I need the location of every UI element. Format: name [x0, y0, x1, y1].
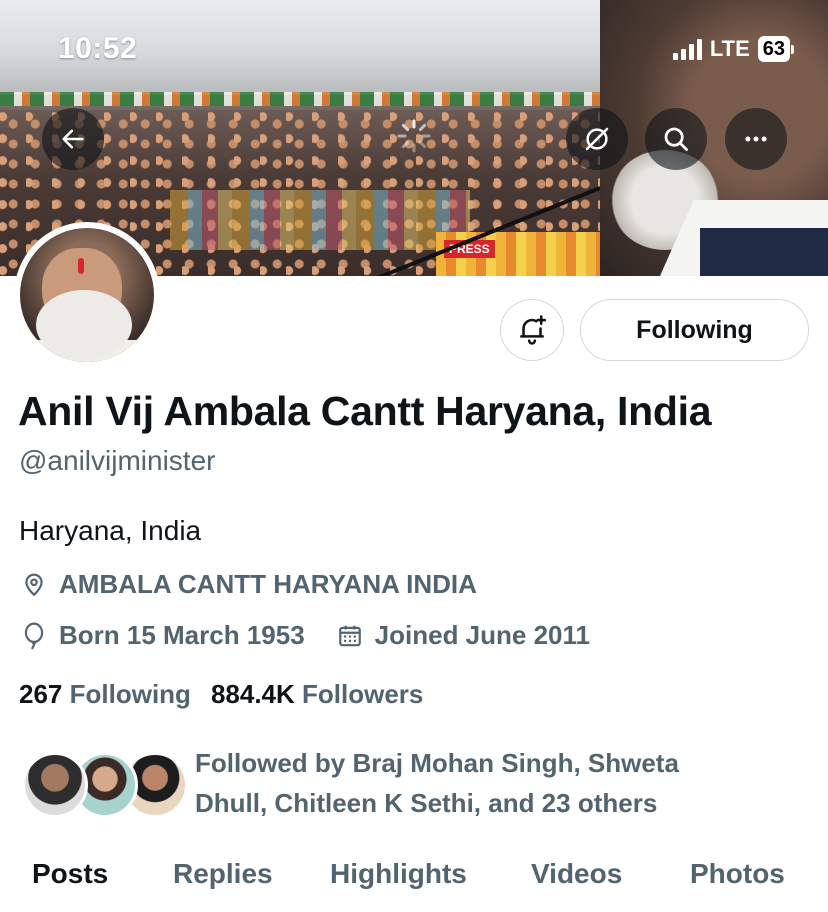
search-button[interactable]	[645, 108, 707, 170]
avatar	[22, 752, 88, 818]
location-text: AMBALA CANTT HARYANA INDIA	[59, 569, 477, 599]
search-icon	[664, 127, 688, 151]
battery-level: 63	[757, 36, 790, 62]
profile-handle: @anilvijminister	[19, 445, 216, 476]
tab-posts[interactable]: Posts	[32, 858, 108, 890]
followers-count-link[interactable]: 884.4K Followers	[211, 679, 423, 709]
signal-icon	[672, 38, 702, 60]
profile-avatar[interactable]	[14, 222, 160, 368]
more-icon	[745, 136, 767, 142]
banner-speaker-coat	[700, 228, 828, 276]
balloon-icon	[19, 622, 49, 650]
status-indicators: LTE 63	[672, 36, 794, 62]
network-type: LTE	[709, 36, 750, 61]
profile-bio: Haryana, India	[19, 515, 202, 546]
grok-button[interactable]	[566, 108, 628, 170]
profile-tabs: Posts Replies Highlights Videos Photos	[0, 850, 828, 912]
birth-date: Born 15 March 1953	[59, 620, 305, 650]
followers-count: 884.4K	[210, 679, 295, 709]
followed-by-text[interactable]: Followed by Braj Mohan Singh, Shweta Dhu…	[195, 743, 795, 823]
profile-dates: Born 15 March 1953 Joined June 2011	[19, 620, 590, 651]
display-name: Anil Vij Ambala Cantt Haryana, India	[18, 388, 712, 434]
tab-highlights[interactable]: Highlights	[330, 858, 467, 890]
followed-by-line-2: Dhull, Chitleen K Sethi, and 23 others	[195, 788, 658, 818]
following-button[interactable]: Following	[580, 299, 809, 361]
profile-location: AMBALA CANTT HARYANA INDIA	[19, 569, 477, 600]
tab-photos[interactable]: Photos	[690, 858, 785, 890]
following-count-link[interactable]: 267 Following	[19, 679, 191, 709]
location-pin-icon	[19, 572, 49, 598]
tab-videos[interactable]: Videos	[531, 858, 622, 890]
banner-audience-colors	[170, 190, 470, 250]
status-time: 10:52	[58, 32, 138, 65]
notifications-button[interactable]	[500, 299, 564, 361]
avatar-photo	[20, 228, 154, 362]
mutual-followers-avatars[interactable]	[22, 752, 188, 818]
battery-icon: 63	[757, 36, 794, 62]
loading-spinner-icon	[396, 118, 432, 159]
back-button[interactable]	[42, 108, 104, 170]
followers-label: Followers	[302, 679, 424, 709]
followed-by-line-1: Followed by Braj Mohan Singh, Shweta	[195, 748, 679, 778]
following-label: Following	[69, 679, 191, 709]
tab-replies[interactable]: Replies	[173, 858, 273, 890]
follow-counts: 267 Following 884.4K Followers	[19, 679, 423, 710]
bell-plus-icon	[520, 315, 547, 345]
grok-icon	[585, 127, 609, 151]
join-date-group: Joined June 2011	[335, 620, 590, 651]
more-options-button[interactable]	[725, 108, 787, 170]
calendar-icon	[335, 623, 365, 649]
join-date: Joined June 2011	[374, 620, 590, 650]
following-count: 267	[19, 679, 63, 709]
arrow-left-icon	[62, 129, 84, 149]
banner-garland	[0, 92, 640, 106]
